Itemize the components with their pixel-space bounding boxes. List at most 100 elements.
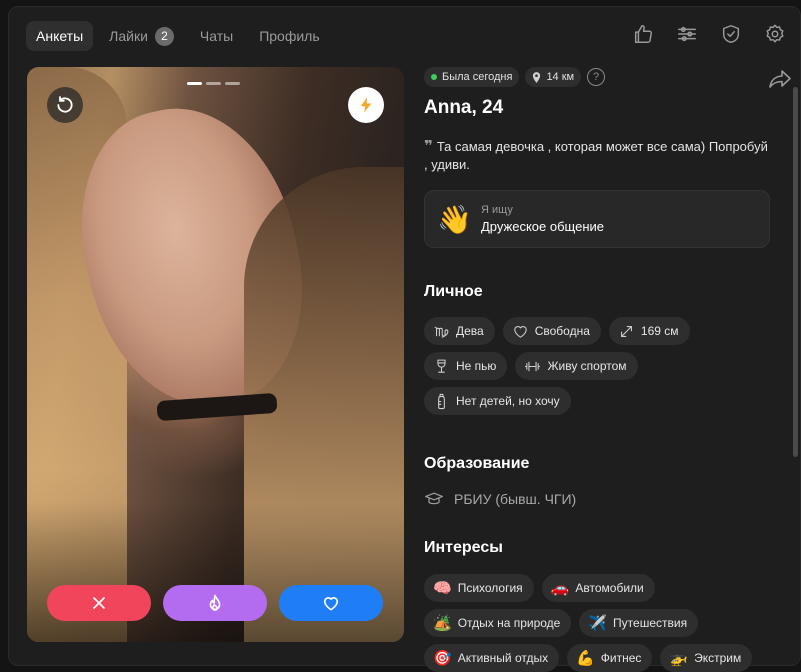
- location-pin-icon: [533, 71, 541, 83]
- online-status-text: Была сегодня: [442, 71, 513, 83]
- main-nav: Анкеты Лайки 2 Чаты Профиль: [26, 21, 330, 51]
- interests-section: Интересы 🧠 Психология 🚗 Автомобили 🏕️ Отдых…: [424, 539, 774, 672]
- wine-glass-icon: [437, 359, 446, 373]
- chip-interest: 🧠 Психология: [424, 574, 534, 602]
- undo-button[interactable]: [47, 87, 83, 123]
- education-row: РБИУ (бывш. ЧГИ): [424, 490, 576, 508]
- height-arrows-icon: [620, 325, 632, 337]
- tab-likes[interactable]: Лайки 2: [99, 21, 184, 51]
- gear-icon[interactable]: [764, 23, 786, 45]
- chip-zodiac: Дева: [424, 317, 495, 345]
- tab-likes-label: Лайки: [109, 28, 148, 44]
- chip-interest-label: Путешествия: [613, 616, 688, 630]
- helicopter-icon: 🚁: [669, 650, 689, 667]
- chip-alcohol-label: Не пью: [456, 359, 497, 373]
- flame-icon: [209, 594, 221, 611]
- target-icon: 🎯: [433, 650, 452, 667]
- tab-profiles-label: Анкеты: [36, 28, 84, 44]
- chip-interest-label: Фитнес: [600, 651, 642, 665]
- chip-zodiac-label: Дева: [456, 324, 484, 338]
- close-icon: [93, 597, 105, 609]
- personal-title: Личное: [424, 283, 483, 300]
- scrollbar[interactable]: [793, 87, 798, 457]
- education-section: Образование РБИУ (бывш. ЧГИ): [424, 455, 576, 508]
- brain-icon: 🧠: [433, 580, 452, 597]
- personal-chips: Дева Свободна 169 см Не пью Живу спортом: [424, 317, 774, 415]
- tab-chats-label: Чаты: [199, 28, 234, 44]
- baby-bottle-icon: [438, 393, 445, 409]
- tab-profiles[interactable]: Анкеты: [26, 21, 94, 51]
- tab-profile-label: Профиль: [259, 28, 320, 44]
- airplane-icon: ✈️: [588, 615, 608, 632]
- chip-interest-label: Автомобили: [575, 581, 644, 595]
- distance-badge: 14 км: [525, 67, 582, 87]
- looking-for-label: Я ищу: [481, 204, 513, 216]
- looking-for-value: Дружеское общение: [481, 219, 604, 234]
- education-title: Образование: [424, 455, 530, 472]
- help-icon[interactable]: ?: [587, 68, 606, 86]
- chip-relationship-label: Свободна: [534, 324, 590, 338]
- slide-dot[interactable]: [206, 82, 221, 85]
- profile-photo[interactable]: [27, 67, 404, 642]
- share-icon[interactable]: [768, 69, 792, 89]
- lightning-icon: [360, 97, 372, 113]
- tab-chats[interactable]: Чаты: [190, 21, 243, 51]
- superlike-button[interactable]: [163, 585, 267, 621]
- chip-interest: 🚗 Автомобили: [541, 574, 655, 602]
- graduation-cap-icon: [425, 492, 443, 505]
- tab-profile[interactable]: Профиль: [249, 21, 329, 51]
- chip-relationship: Свободна: [502, 317, 601, 345]
- chip-interest-label: Отдых на природе: [457, 616, 561, 630]
- chip-interest: 🎯 Активный отдых: [424, 644, 560, 672]
- camping-icon: 🏕️: [433, 615, 452, 632]
- distance-text: 14 км: [546, 71, 575, 83]
- dislike-button[interactable]: [47, 585, 151, 621]
- heart-outline-icon: [514, 325, 527, 338]
- chip-children: Нет детей, но хочу: [424, 387, 571, 415]
- quote-icon: ❞: [424, 138, 433, 155]
- status-row: Была сегодня 14 км ?: [424, 67, 774, 87]
- chip-interest: 🚁 Экстрим: [660, 644, 753, 672]
- chip-sport: Живу спортом: [515, 352, 638, 380]
- waving-hand-icon: 👋: [437, 203, 472, 235]
- boost-button[interactable]: [348, 87, 384, 123]
- interests-title: Интересы: [424, 539, 503, 556]
- app-window: Анкеты Лайки 2 Чаты Профиль Была сегодня…: [8, 6, 801, 672]
- chip-alcohol: Не пью: [424, 352, 508, 380]
- virgo-icon: [434, 326, 449, 338]
- sliders-icon[interactable]: [676, 23, 698, 45]
- like-button[interactable]: [279, 585, 383, 621]
- interests-chips: 🧠 Психология 🚗 Автомобили 🏕️ Отдых на приро…: [424, 574, 774, 672]
- chip-interest-label: Экстрим: [694, 651, 742, 665]
- slide-dot[interactable]: [225, 82, 240, 85]
- profile-info: Была сегодня 14 км ? Anna, 24 ❞ Та самая …: [424, 67, 791, 672]
- chip-height-label: 169 см: [640, 324, 679, 338]
- biceps-icon: 💪: [576, 650, 595, 667]
- chip-interest: 🏕️ Отдых на природе: [424, 609, 572, 637]
- dumbbell-icon: [525, 361, 541, 371]
- swipe-actions: [47, 585, 383, 621]
- online-status-badge: Была сегодня: [424, 67, 520, 87]
- photo-bottom-shade: [27, 502, 404, 642]
- shield-check-icon[interactable]: [720, 23, 742, 45]
- photo-slide-indicator: [187, 82, 240, 85]
- chip-interest: 💪 Фитнес: [567, 644, 653, 672]
- profile-name-age: Anna, 24: [424, 97, 504, 118]
- car-icon: 🚗: [550, 580, 570, 597]
- likes-count-badge: 2: [154, 26, 174, 46]
- thumbs-up-icon[interactable]: [632, 23, 654, 45]
- online-dot-icon: [431, 74, 437, 80]
- chip-interest-label: Психология: [457, 581, 523, 595]
- education-value: РБИУ (бывш. ЧГИ): [454, 491, 577, 507]
- looking-for-card: 👋 Я ищу Дружеское общение: [424, 190, 770, 248]
- personal-section: Личное Дева Свободна 169 см Не пью Живу …: [424, 283, 774, 415]
- undo-icon: [57, 96, 73, 113]
- top-toolbar: [632, 23, 786, 45]
- chip-interest-label: Активный отдых: [457, 651, 549, 665]
- slide-dot[interactable]: [187, 82, 202, 85]
- profile-bio: ❞ Та самая девочка , которая может все са…: [424, 138, 774, 174]
- heart-icon: [323, 597, 339, 611]
- bio-text: Та самая девочка , которая может все сам…: [424, 139, 768, 172]
- chip-sport-label: Живу спортом: [547, 359, 627, 373]
- chip-interest: ✈️ Путешествия: [579, 609, 699, 637]
